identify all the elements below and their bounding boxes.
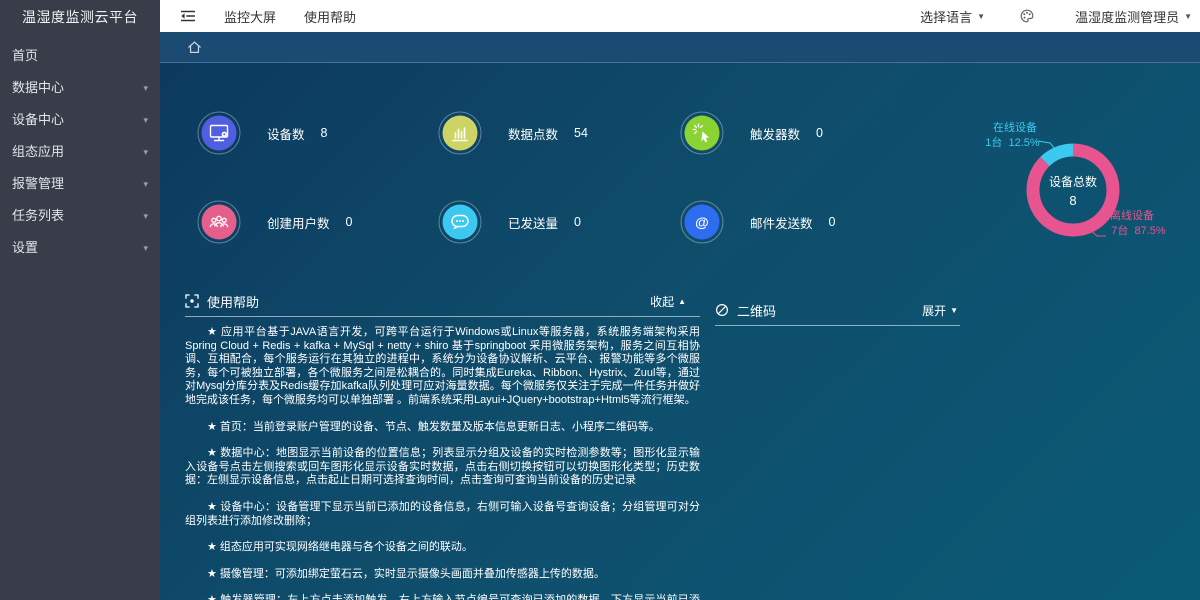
stat-value: 54 — [574, 126, 588, 140]
theme-palette-icon[interactable] — [1019, 8, 1035, 24]
stat-label: 触发器数 — [750, 124, 800, 143]
sidebar-item-label: 首页 — [12, 48, 38, 63]
stat-value: 0 — [346, 215, 353, 229]
stat-user-count: 创建用户数 0 — [197, 200, 352, 244]
stat-trigger-count: 触发器数 0 — [680, 111, 823, 155]
topbar: 监控大屏 使用帮助 选择语言 ▼ 温湿度监测管理员 ▼ — [160, 0, 1200, 32]
sidebar-item-label: 设置 — [12, 240, 38, 255]
sidebar-item-device-center[interactable]: 设备中心 ▾ — [0, 104, 160, 136]
chevron-down-icon: ▾ — [143, 168, 148, 200]
app-title: 温湿度监测云平台 — [0, 0, 160, 34]
sidebar-item-label: 设备中心 — [12, 112, 64, 127]
chevron-down-icon: ▾ — [143, 136, 148, 168]
help-panel: 使用帮助 收起 ▲ ★ 应用平台基于JAVA语言开发，可跨平台运行于Window… — [185, 290, 700, 600]
help-paragraph: ★ 组态应用可实现网络继电器与各个设备之间的联动。 — [185, 541, 700, 555]
breadcrumb — [160, 32, 1200, 63]
help-paragraph: ★ 摄像管理：可添加绑定萤石云，实时显示摄像头画面并叠加传感器上传的数据。 — [185, 568, 700, 582]
stat-device-count: 设备数 8 — [197, 111, 327, 155]
sidebar-item-home[interactable]: 首页 — [0, 40, 160, 72]
home-icon[interactable] — [186, 39, 203, 56]
at-glyph: @ — [695, 214, 709, 230]
help-paragraph: ★ 数据中心：地图显示当前设备的位置信息；列表显示分组及设备的实时检测参数等；图… — [185, 447, 700, 488]
users-icon — [197, 200, 241, 244]
stat-label: 设备数 — [267, 124, 305, 143]
topbar-right: 选择语言 ▼ 温湿度监测管理员 ▼ — [920, 7, 1200, 26]
help-panel-title: 使用帮助 — [207, 292, 259, 311]
stat-value: 0 — [574, 215, 581, 229]
cursor-click-icon — [680, 111, 724, 155]
help-paragraph: ★ 应用平台基于JAVA语言开发，可跨平台运行于Windows或Linux等服务… — [185, 326, 700, 408]
sidebar-item-data-center[interactable]: 数据中心 ▾ — [0, 72, 160, 104]
caret-down-icon: ▼ — [977, 12, 985, 21]
sidebar-item-label: 数据中心 — [12, 80, 64, 95]
device-status-donut-chart: 设备总数 8 在线设备 1台 12.5% 离线设备 7台 87.5% — [950, 103, 1200, 283]
stat-value: 8 — [321, 126, 328, 140]
help-panel-header: 使用帮助 收起 ▲ — [185, 290, 700, 312]
qrcode-panel-header: 二维码 展开 ▼ — [715, 299, 960, 321]
stat-value: 0 — [816, 126, 823, 140]
user-name: 温湿度监测管理员 — [1075, 7, 1179, 26]
monitor-gear-icon — [197, 111, 241, 155]
qrcode-expand-button[interactable]: 展开 ▼ — [922, 302, 958, 319]
sidebar-item-label: 任务列表 — [12, 208, 64, 223]
chevron-down-icon: ▾ — [143, 232, 148, 264]
caret-up-icon: ▲ — [678, 297, 686, 306]
sidebar-item-alarm-management[interactable]: 报警管理 ▾ — [0, 168, 160, 200]
topbar-nav: 监控大屏 使用帮助 — [196, 7, 356, 26]
help-panel-body: ★ 应用平台基于JAVA语言开发，可跨平台运行于Windows或Linux等服务… — [185, 317, 700, 600]
stat-value: 0 — [829, 215, 836, 229]
dashboard-page: 温湿度监测云平台 首页 数据中心 ▾ 设备中心 ▾ 组态应用 ▾ 报警管理 ▾ — [0, 0, 1200, 600]
sidebar-item-label: 组态应用 — [12, 144, 64, 159]
online-devices-value: 1台 12.5% — [970, 134, 1055, 150]
help-paragraph: ★ 触发器管理：左上方点击添加触发，右上方输入节点编号可查询已添加的数据，下方显… — [185, 594, 700, 600]
language-label: 选择语言 — [920, 10, 972, 25]
chevron-down-icon: ▾ — [143, 72, 148, 104]
panel-divider — [715, 325, 960, 326]
sidebar-item-settings[interactable]: 设置 ▾ — [0, 232, 160, 264]
chat-bubble-icon — [438, 200, 482, 244]
total-devices-label: 设备总数 — [1049, 173, 1097, 190]
qrcode-panel: 二维码 展开 ▼ — [715, 299, 960, 326]
language-select[interactable]: 选择语言 — [920, 7, 972, 26]
sidebar-collapse-icon[interactable] — [180, 8, 196, 24]
caret-down-icon: ▼ — [1184, 12, 1192, 21]
bar-chart-icon — [438, 111, 482, 155]
nav-usage-help[interactable]: 使用帮助 — [304, 7, 356, 26]
sidebar-item-label: 报警管理 — [12, 176, 64, 191]
offline-devices-value: 7台 87.5% — [1096, 222, 1181, 238]
sidebar-item-scada-app[interactable]: 组态应用 ▾ — [0, 136, 160, 168]
stat-label: 已发送量 — [508, 213, 558, 232]
help-paragraph: ★ 设备中心：设备管理下显示当前已添加的设备信息，右侧可输入设备号查询设备；分组… — [185, 501, 700, 528]
stat-datapoint-count: 数据点数 54 — [438, 111, 588, 155]
sidebar-menu: 首页 数据中心 ▾ 设备中心 ▾ 组态应用 ▾ 报警管理 ▾ 任务列表 ▾ — [0, 40, 160, 264]
stat-mail-count: @ 邮件发送数 0 — [680, 200, 835, 244]
at-icon: @ — [680, 200, 724, 244]
help-collapse-button[interactable]: 收起 ▲ — [650, 293, 686, 310]
sidebar-item-task-list[interactable]: 任务列表 ▾ — [0, 200, 160, 232]
offline-devices-label: 离线设备 — [1096, 207, 1168, 223]
chevron-down-icon: ▾ — [143, 200, 148, 232]
qrcode-panel-title: 二维码 — [737, 301, 776, 320]
stat-label: 数据点数 — [508, 124, 558, 143]
sidebar: 温湿度监测云平台 首页 数据中心 ▾ 设备中心 ▾ 组态应用 ▾ 报警管理 ▾ — [0, 0, 160, 600]
stat-sent-count: 已发送量 0 — [438, 200, 581, 244]
stat-label: 创建用户数 — [267, 213, 330, 232]
user-menu[interactable]: 温湿度监测管理员 ▼ — [1075, 7, 1192, 26]
chevron-down-icon: ▾ — [143, 104, 148, 136]
viewfinder-icon — [185, 294, 199, 308]
total-devices-value: 8 — [1069, 193, 1076, 208]
caret-down-icon: ▼ — [950, 306, 958, 315]
online-devices-label: 在线设备 — [980, 119, 1050, 135]
qrcode-icon — [715, 303, 729, 317]
help-paragraph: ★ 首页：当前登录账户管理的设备、节点、触发数量及版本信息更新日志、小程序二维码… — [185, 421, 700, 435]
stat-label: 邮件发送数 — [750, 213, 813, 232]
nav-monitor-screen[interactable]: 监控大屏 — [224, 7, 276, 26]
main-content: 设备数 8 数据点数 54 — [160, 63, 1200, 600]
